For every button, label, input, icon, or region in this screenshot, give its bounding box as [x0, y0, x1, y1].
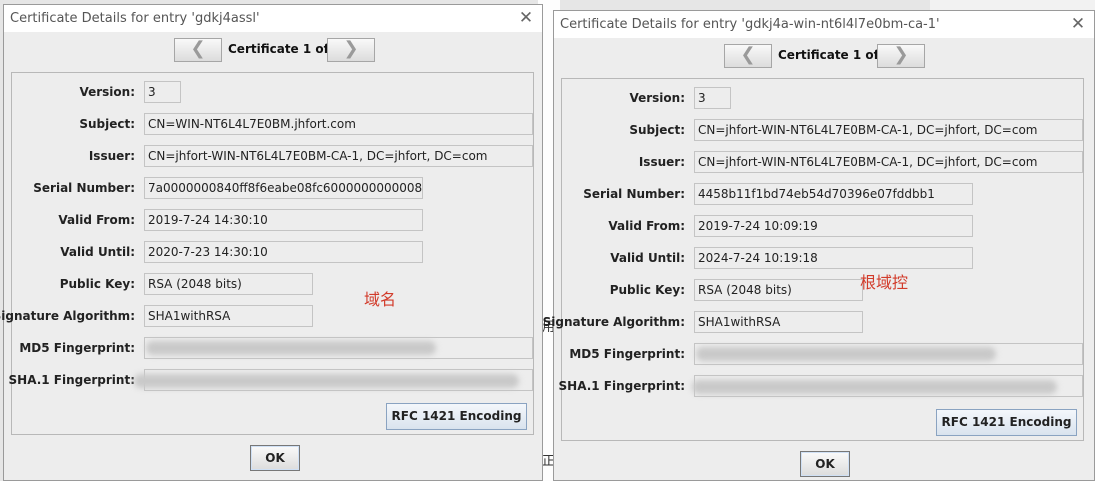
rfc-1421-encoding-button[interactable]: RFC 1421 Encoding: [936, 409, 1077, 436]
valid-until-field[interactable]: 2020-7-23 14:30:10: [144, 241, 423, 263]
subject-label: Subject:: [79, 117, 135, 131]
ok-button[interactable]: OK: [250, 445, 300, 471]
version-label: Version:: [629, 91, 685, 105]
rfc-1421-encoding-button[interactable]: RFC 1421 Encoding: [386, 403, 527, 430]
subject-label: Subject:: [629, 123, 685, 137]
serial-number-label: Serial Number:: [583, 187, 685, 201]
valid-until-label: Valid Until:: [60, 245, 135, 259]
version-row: Version: 3: [562, 87, 1083, 109]
chevron-right-icon: ❯: [893, 44, 909, 65]
serial-number-field[interactable]: 4458b11f1bd74eb54d70396e07fddbb1: [694, 183, 973, 205]
sha1-fingerprint-row: SHA.1 Fingerprint:: [8, 369, 533, 391]
certificate-counter: Certificate 1 of 1: [778, 48, 892, 62]
valid-until-row: Valid Until: 2020-7-23 14:30:10: [12, 241, 533, 263]
valid-from-label: Valid From:: [58, 213, 135, 227]
issuer-label: Issuer:: [638, 155, 685, 169]
chevron-left-icon: ❮: [740, 44, 756, 65]
title-bar[interactable]: Certificate Details for entry 'gdkj4assl…: [4, 5, 542, 32]
chevron-right-icon: ❯: [343, 38, 359, 59]
certificate-counter: Certificate 1 of 1: [228, 42, 342, 56]
valid-from-label: Valid From:: [608, 219, 685, 233]
issuer-row: Issuer: CN=jhfort-WIN-NT6L4L7E0BM-CA-1, …: [562, 151, 1083, 173]
valid-from-field[interactable]: 2019-7-24 14:30:10: [144, 209, 423, 231]
signature-algorithm-label: Signature Algorithm:: [0, 309, 135, 323]
valid-until-row: Valid Until: 2024-7-24 10:19:18: [562, 247, 1083, 269]
annotation-label: 域名: [364, 290, 397, 309]
close-icon[interactable]: ✕: [1068, 14, 1088, 34]
certificate-details-dialog: Certificate Details for entry 'gdkj4assl…: [0, 4, 543, 481]
issuer-field[interactable]: CN=jhfort-WIN-NT6L4L7E0BM-CA-1, DC=jhfor…: [144, 145, 533, 167]
md5-fingerprint-row: MD5 Fingerprint:: [562, 343, 1083, 365]
version-field[interactable]: 3: [694, 87, 731, 109]
version-label: Version:: [79, 85, 135, 99]
subject-field[interactable]: CN=jhfort-WIN-NT6L4L7E0BM-CA-1, DC=jhfor…: [694, 119, 1083, 141]
valid-from-row: Valid From: 2019-7-24 10:09:19: [562, 215, 1083, 237]
previous-certificate-button[interactable]: ❮: [724, 44, 772, 68]
ok-button[interactable]: OK: [800, 451, 850, 477]
public-key-field[interactable]: RSA (2048 bits): [144, 273, 313, 295]
md5-fingerprint-row: MD5 Fingerprint:: [12, 337, 533, 359]
signature-algorithm-field[interactable]: SHA1withRSA: [694, 311, 863, 333]
subject-row: Subject: CN=WIN-NT6L4L7E0BM.jhfort.com: [12, 113, 533, 135]
close-icon[interactable]: ✕: [516, 8, 536, 28]
sha1-fingerprint-label: SHA.1 Fingerprint:: [558, 379, 685, 393]
redaction-blur: [696, 347, 996, 361]
valid-from-field[interactable]: 2019-7-24 10:09:19: [694, 215, 973, 237]
signature-algorithm-field[interactable]: SHA1withRSA: [144, 305, 313, 327]
version-row: Version: 3: [12, 81, 533, 103]
redaction-blur: [692, 380, 1057, 394]
issuer-field[interactable]: CN=jhfort-WIN-NT6L4L7E0BM-CA-1, DC=jhfor…: [694, 151, 1083, 173]
valid-from-row: Valid From: 2019-7-24 14:30:10: [12, 209, 533, 231]
issuer-label: Issuer:: [88, 149, 135, 163]
signature-algorithm-row: Signature Algorithm: SHA1withRSA: [543, 311, 1083, 333]
serial-number-field[interactable]: 7a0000000840ff8f6eabe08fc6000000000008: [144, 177, 423, 199]
serial-number-label: Serial Number:: [33, 181, 135, 195]
serial-number-row: Serial Number: 4458b11f1bd74eb54d70396e0…: [562, 183, 1083, 205]
title-bar[interactable]: Certificate Details for entry 'gdkj4a-wi…: [554, 11, 1094, 38]
next-certificate-button[interactable]: ❯: [877, 44, 925, 68]
public-key-field[interactable]: RSA (2048 bits): [694, 279, 863, 301]
public-key-row: Public Key: RSA (2048 bits): [562, 279, 1083, 301]
subject-field[interactable]: CN=WIN-NT6L4L7E0BM.jhfort.com: [144, 113, 533, 135]
certificate-fields-panel: Version: 3 Subject: CN=jhfort-WIN-NT6L4L…: [543, 78, 1084, 441]
valid-until-field[interactable]: 2024-7-24 10:19:18: [694, 247, 973, 269]
previous-certificate-button[interactable]: ❮: [174, 38, 222, 62]
sha1-fingerprint-row: SHA.1 Fingerprint:: [558, 375, 1083, 397]
chevron-left-icon: ❮: [190, 38, 206, 59]
public-key-label: Public Key:: [609, 283, 685, 297]
dialog-title: Certificate Details for entry 'gdkj4a-wi…: [560, 17, 940, 32]
redaction-blur: [134, 374, 519, 388]
public-key-label: Public Key:: [59, 277, 135, 291]
signature-algorithm-label: Signature Algorithm:: [542, 315, 685, 329]
issuer-row: Issuer: CN=jhfort-WIN-NT6L4L7E0BM-CA-1, …: [12, 145, 533, 167]
certificate-navigator: ❮ Certificate 1 of 1 ❯: [554, 44, 1094, 70]
next-certificate-button[interactable]: ❯: [327, 38, 375, 62]
sha1-fingerprint-label: SHA.1 Fingerprint:: [8, 373, 135, 387]
md5-fingerprint-label: MD5 Fingerprint:: [19, 341, 135, 355]
serial-number-row: Serial Number: 7a0000000840ff8f6eabe08fc…: [12, 177, 533, 199]
valid-until-label: Valid Until:: [610, 251, 685, 265]
certificate-details-dialog: Certificate Details for entry 'gdkj4a-wi…: [543, 10, 1095, 481]
redaction-blur: [146, 341, 436, 355]
dialog-title: Certificate Details for entry 'gdkj4assl…: [10, 11, 260, 26]
annotation-label: 根域控: [860, 273, 909, 292]
md5-fingerprint-label: MD5 Fingerprint:: [569, 347, 685, 361]
public-key-row: Public Key: RSA (2048 bits): [12, 273, 533, 295]
subject-row: Subject: CN=jhfort-WIN-NT6L4L7E0BM-CA-1,…: [562, 119, 1083, 141]
certificate-navigator: ❮ Certificate 1 of 1 ❯: [4, 38, 542, 64]
version-field[interactable]: 3: [144, 81, 181, 103]
signature-algorithm-row: Signature Algorithm: SHA1withRSA: [0, 305, 533, 327]
certificate-fields-panel: Version: 3 Subject: CN=WIN-NT6L4L7E0BM.j…: [0, 72, 534, 435]
